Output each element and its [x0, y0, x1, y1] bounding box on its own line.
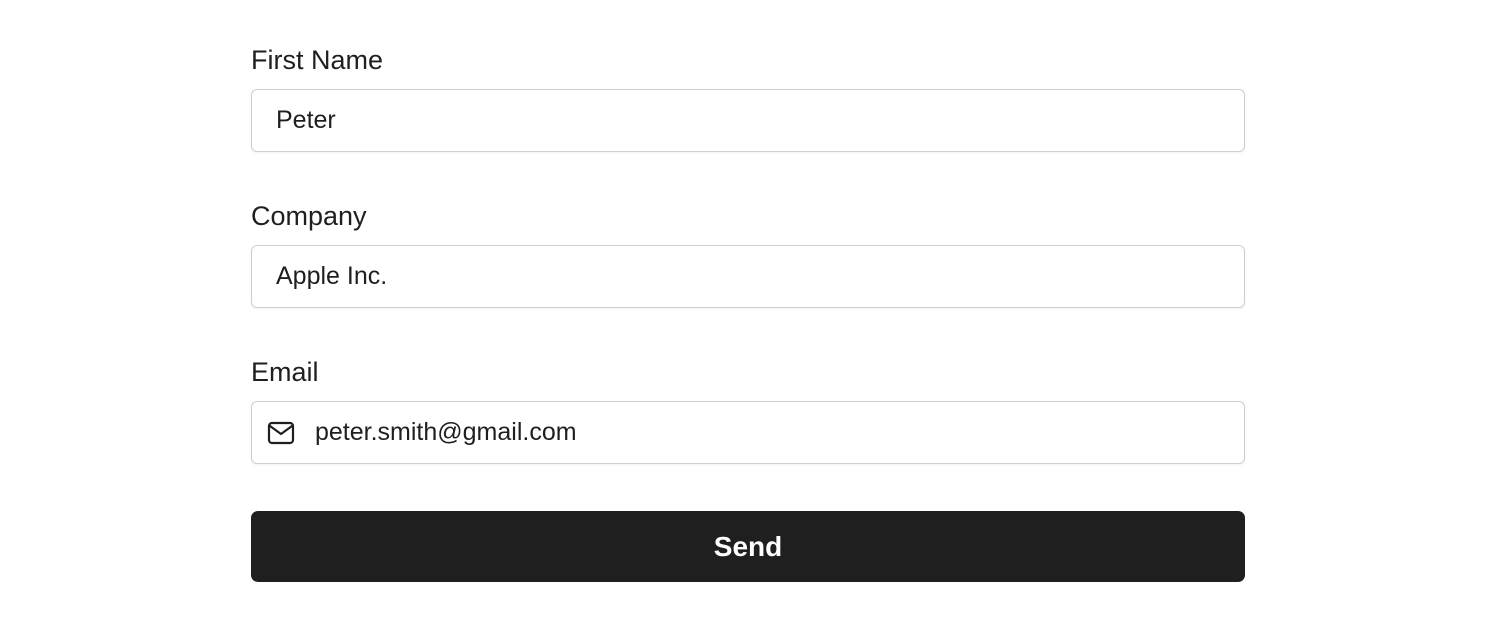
email-label: Email — [251, 357, 319, 387]
company-input[interactable] — [276, 246, 1244, 307]
email-input[interactable] — [315, 402, 1244, 463]
email-field-box[interactable] — [251, 401, 1245, 464]
first-name-label: First Name — [251, 45, 384, 75]
company-label: Company — [251, 201, 367, 231]
company-field-box[interactable] — [251, 245, 1245, 308]
send-button[interactable]: Send — [251, 511, 1245, 582]
first-name-field-box[interactable] — [251, 89, 1245, 152]
mail-icon — [267, 421, 295, 445]
first-name-input[interactable] — [276, 90, 1244, 151]
